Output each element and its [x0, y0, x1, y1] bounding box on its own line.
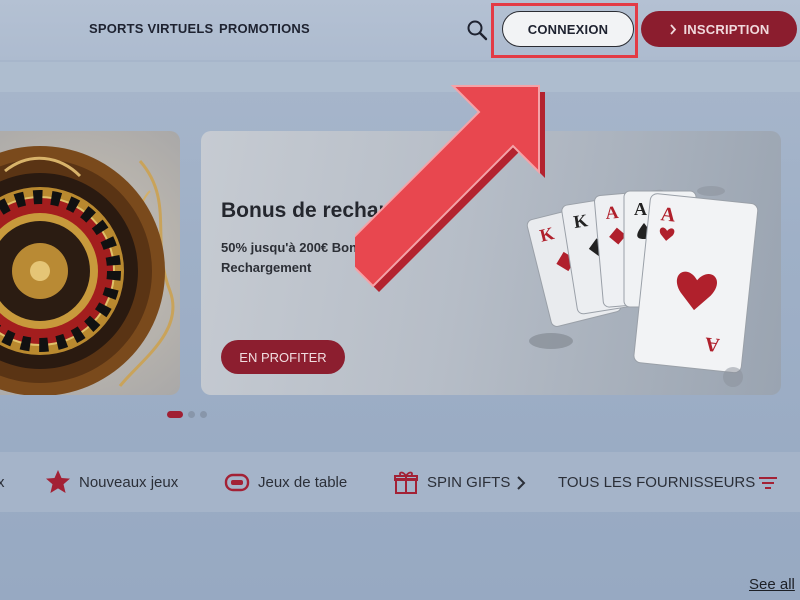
register-button[interactable]: INSCRIPTION [641, 11, 797, 47]
table-games-icon [224, 473, 250, 492]
chevron-right-icon[interactable] [515, 475, 527, 491]
carousel-dot-1[interactable] [167, 411, 183, 418]
category-label: SPIN GIFTS [427, 473, 511, 491]
gift-icon [394, 471, 418, 494]
header: SPORTS VIRTUELS PROMOTIONS CONNEXION INS… [0, 0, 800, 60]
category-label: Jeux de table [258, 473, 348, 491]
chevron-right-icon [669, 23, 676, 35]
slide-title: Bonus de recharge [221, 199, 412, 222]
svg-text:A: A [634, 199, 647, 219]
carousel-pagination [167, 411, 207, 418]
carousel-slide-previous[interactable] [0, 131, 180, 395]
providers-label: TOUS LES FOURNISSEURS [558, 474, 756, 491]
carousel-dot-2[interactable] [188, 411, 195, 418]
search-icon[interactable] [466, 19, 488, 41]
slide-description: 50% jusqu'à 200€ Bonus Rechargement [221, 240, 373, 275]
login-button[interactable]: CONNEXION [502, 11, 634, 47]
all-providers-filter[interactable]: TOUS LES FOURNISSEURS [558, 474, 779, 491]
category-label: Nouveaux jeux [79, 473, 179, 491]
carousel-dot-3[interactable] [200, 411, 207, 418]
sub-navigation-bar [0, 62, 800, 92]
register-button-label: INSCRIPTION [683, 21, 770, 37]
svg-text:A: A [660, 203, 677, 226]
category-item-partial[interactable]: x [0, 474, 5, 491]
nav-sports-virtuels[interactable]: SPORTS VIRTUELS [89, 21, 213, 36]
category-jeux-de-table[interactable]: Jeux de table [224, 469, 347, 495]
svg-text:A: A [605, 202, 620, 223]
roulette-illustration [0, 146, 175, 395]
nav-promotions[interactable]: PROMOTIONS [219, 21, 310, 36]
see-all-link[interactable]: See all [749, 576, 795, 593]
filter-icon [759, 476, 778, 489]
category-spin-gifts[interactable]: SPIN GIFTS [393, 469, 510, 495]
carousel-slide-active[interactable]: Bonus de recharge 50% jusqu'à 200€ Bonus… [201, 131, 781, 395]
category-bar: x Nouveaux jeux Jeux de table SPIN GIFTS… [0, 452, 800, 512]
slide-cta-button[interactable]: EN PROFITER [221, 340, 345, 374]
svg-text:A: A [703, 332, 720, 355]
category-nouveaux-jeux[interactable]: Nouveaux jeux [45, 469, 178, 495]
playing-cards-illustration: K K A A A A [526, 186, 759, 387]
star-icon [46, 470, 70, 493]
